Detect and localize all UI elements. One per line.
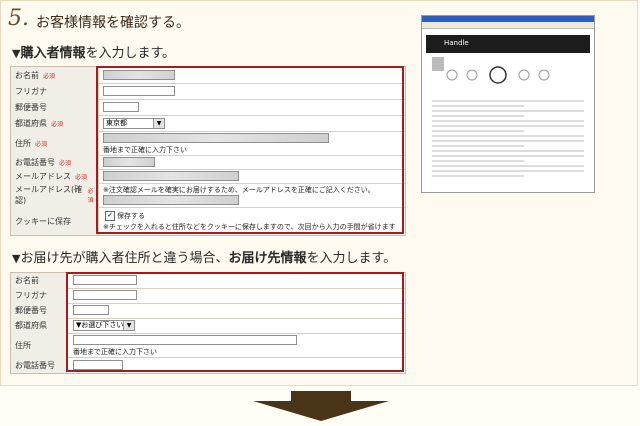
- tutorial-canvas: 5. お客様情報を確認する。 ▼購入者情報を入力します。 お名前 必須 フリガナ …: [0, 0, 640, 426]
- delivery-heading-rest: を入力します。: [306, 251, 397, 266]
- delivery-inputs-highlight: [66, 272, 404, 372]
- required-badge: 必須: [51, 120, 64, 128]
- buyer-inputs-highlight: [96, 66, 404, 234]
- delivery-name-label: お名前: [15, 276, 39, 285]
- buyer-cookie-label: クッキーに保存: [15, 216, 71, 226]
- delivery-postal-label: 郵便番号: [15, 306, 47, 315]
- required-badge: 必須: [35, 140, 48, 148]
- buyer-email-label: メールアドレス: [15, 171, 71, 181]
- delivery-heading-pre: お届け先が購入者住所と違う場合、: [20, 251, 229, 266]
- buyer-email-confirm-label: メールアドレス(確認): [15, 185, 83, 205]
- required-badge: 必須: [59, 159, 72, 167]
- buyer-postal-label: 郵便番号: [15, 102, 47, 112]
- delivery-prefecture-label: 都道府県: [15, 321, 47, 330]
- buyer-heading-bold: 購入者情報: [20, 46, 86, 61]
- thumbnail-logo: Handle: [444, 39, 469, 47]
- buyer-prefecture-label: 都道府県: [15, 118, 47, 128]
- thumbnail-site-header: Handle: [426, 35, 590, 53]
- delivery-address-label: 住所: [15, 340, 31, 350]
- step-title: お客様情報を確認する。: [36, 15, 190, 31]
- thumbnail-steps-diagram: [432, 57, 550, 84]
- buyer-heading: ▼購入者情報を入力します。: [12, 42, 175, 61]
- browser-screenshot-thumbnail: Handle: [421, 15, 595, 193]
- required-badge: 必須: [75, 173, 88, 181]
- step-number: 5.: [8, 6, 29, 31]
- buyer-name-label: お名前: [15, 70, 39, 80]
- delivery-heading: ▼お届け先が購入者住所と違う場合、お届け先情報を入力します。: [12, 247, 396, 266]
- buyer-furigana-label: フリガナ: [15, 86, 47, 96]
- delivery-furigana-label: フリガナ: [15, 291, 47, 300]
- arrow-down-icon: [253, 391, 389, 421]
- buyer-address-label: 住所: [15, 138, 31, 148]
- delivery-phone-label: お電話番号: [15, 360, 55, 370]
- delivery-heading-bold: お届け先情報: [228, 251, 307, 266]
- buyer-phone-label: お電話番号: [15, 157, 55, 167]
- required-badge: 必須: [43, 72, 56, 80]
- buyer-heading-rest: を入力します。: [85, 46, 176, 61]
